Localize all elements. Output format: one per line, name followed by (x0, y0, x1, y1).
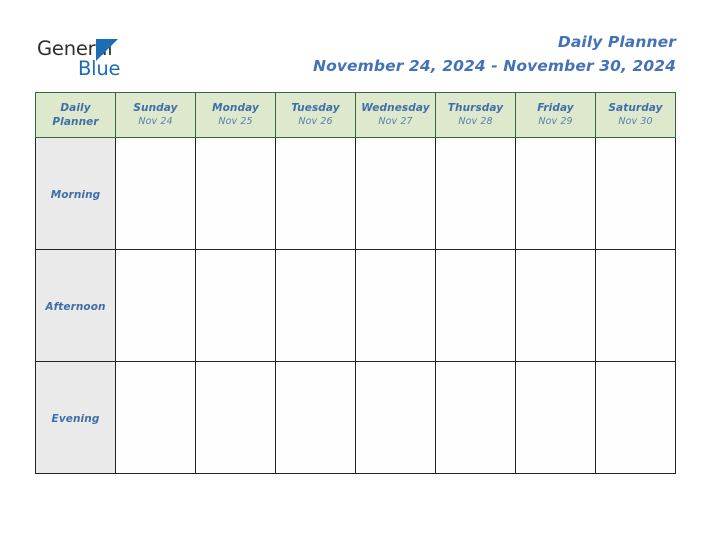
slot-evening-wednesday[interactable] (355, 361, 436, 474)
day-date: Nov 28 (458, 116, 493, 128)
slot-text[interactable] (516, 138, 595, 145)
day-name: Saturday (608, 102, 663, 114)
slot-text[interactable] (596, 138, 675, 145)
row-label-afternoon: Afternoon (35, 249, 116, 362)
slot-afternoon-saturday[interactable] (595, 249, 676, 362)
row-label-text: Afternoon (45, 300, 106, 313)
slot-afternoon-tuesday[interactable] (275, 249, 356, 362)
day-name: Friday (537, 102, 574, 114)
page-title: Daily Planner (557, 33, 676, 51)
header-day-saturday: Saturday Nov 30 (595, 92, 676, 138)
slot-morning-monday[interactable] (195, 137, 276, 250)
slot-morning-wednesday[interactable] (355, 137, 436, 250)
table-row-evening: Evening (35, 361, 676, 474)
slot-text[interactable] (116, 138, 195, 145)
slot-morning-thursday[interactable] (435, 137, 516, 250)
slot-evening-sunday[interactable] (115, 361, 196, 474)
slot-text[interactable] (356, 250, 435, 257)
slot-evening-friday[interactable] (515, 361, 596, 474)
table-body: Morning Afternoon Evening (35, 137, 676, 474)
weekly-planner-table: Daily Planner Sunday Nov 24 Monday Nov 2… (35, 92, 676, 474)
slot-morning-friday[interactable] (515, 137, 596, 250)
day-date: Nov 26 (298, 116, 333, 128)
day-date: Nov 24 (138, 116, 173, 128)
slot-morning-sunday[interactable] (115, 137, 196, 250)
slot-text[interactable] (196, 138, 275, 145)
header-day-tuesday: Tuesday Nov 26 (275, 92, 356, 138)
day-date: Nov 29 (538, 116, 573, 128)
slot-text[interactable] (436, 250, 515, 257)
title-block: Daily Planner November 24, 2024 - Novemb… (313, 32, 676, 76)
slot-text[interactable] (516, 362, 595, 369)
slot-evening-saturday[interactable] (595, 361, 676, 474)
slot-evening-thursday[interactable] (435, 361, 516, 474)
table-header: Daily Planner Sunday Nov 24 Monday Nov 2… (35, 92, 676, 138)
slot-morning-tuesday[interactable] (275, 137, 356, 250)
corner-line-1: Daily (60, 102, 91, 114)
slot-text[interactable] (356, 138, 435, 145)
header-day-monday: Monday Nov 25 (195, 92, 276, 138)
day-name: Thursday (447, 102, 504, 114)
slot-text[interactable] (116, 362, 195, 369)
slot-text[interactable] (276, 250, 355, 257)
slot-text[interactable] (596, 250, 675, 257)
table-header-row: Daily Planner Sunday Nov 24 Monday Nov 2… (35, 92, 676, 138)
slot-afternoon-wednesday[interactable] (355, 249, 436, 362)
logo-text-blue: Blue (78, 57, 121, 80)
slot-text[interactable] (436, 362, 515, 369)
date-range-subtitle: November 24, 2024 - November 30, 2024 (313, 57, 676, 75)
slot-text[interactable] (516, 250, 595, 257)
slot-evening-tuesday[interactable] (275, 361, 356, 474)
header-day-wednesday: Wednesday Nov 27 (355, 92, 436, 138)
page-header: General Blue Daily Planner November 24, … (0, 0, 712, 88)
slot-afternoon-monday[interactable] (195, 249, 276, 362)
row-label-morning: Morning (35, 137, 116, 250)
day-date: Nov 27 (378, 116, 413, 128)
slot-text[interactable] (196, 250, 275, 257)
table-row-afternoon: Afternoon (35, 249, 676, 362)
general-blue-logo: General Blue (37, 38, 157, 80)
slot-afternoon-friday[interactable] (515, 249, 596, 362)
day-date: Nov 25 (218, 116, 253, 128)
header-corner-cell: Daily Planner (35, 92, 116, 138)
header-day-sunday: Sunday Nov 24 (115, 92, 196, 138)
slot-text[interactable] (116, 250, 195, 257)
day-name: Sunday (133, 102, 178, 114)
table-row-morning: Morning (35, 137, 676, 250)
header-day-friday: Friday Nov 29 (515, 92, 596, 138)
slot-text[interactable] (276, 138, 355, 145)
slot-text[interactable] (596, 362, 675, 369)
slot-evening-monday[interactable] (195, 361, 276, 474)
day-name: Tuesday (291, 102, 340, 114)
row-label-text: Morning (50, 188, 101, 201)
day-name: Wednesday (361, 102, 430, 114)
row-label-text: Evening (51, 412, 100, 425)
slot-text[interactable] (356, 362, 435, 369)
slot-text[interactable] (436, 138, 515, 145)
corner-line-2: Planner (52, 116, 99, 128)
row-label-evening: Evening (35, 361, 116, 474)
day-name: Monday (212, 102, 259, 114)
day-date: Nov 30 (618, 116, 653, 128)
slot-text[interactable] (196, 362, 275, 369)
slot-afternoon-thursday[interactable] (435, 249, 516, 362)
slot-text[interactable] (276, 362, 355, 369)
slot-afternoon-sunday[interactable] (115, 249, 196, 362)
header-day-thursday: Thursday Nov 28 (435, 92, 516, 138)
slot-morning-saturday[interactable] (595, 137, 676, 250)
